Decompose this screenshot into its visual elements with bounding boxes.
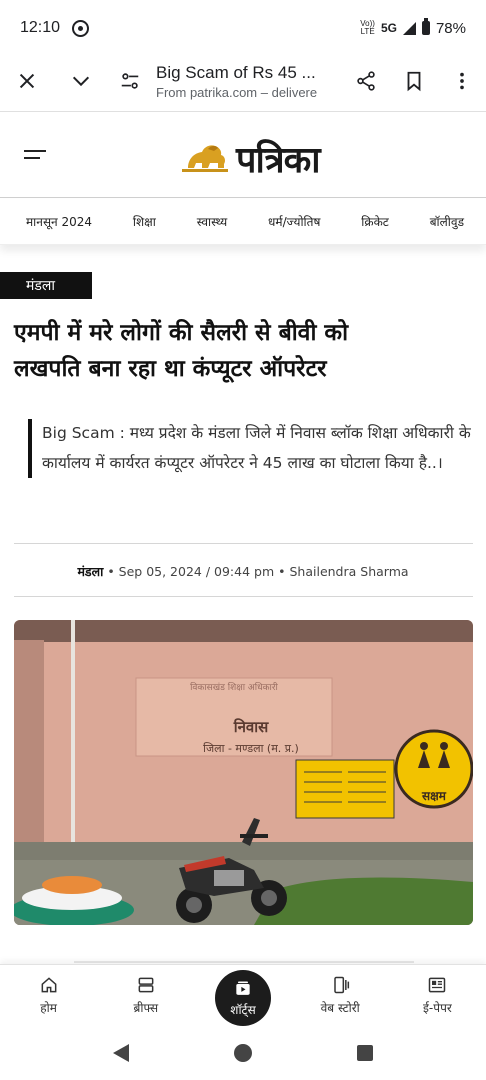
article-summary: Big Scam : मध्य प्रदेश के मंडला जिले में… [28,419,476,478]
content-separator [74,961,414,963]
page-origin: From patrika.com – delivere [156,84,318,100]
custom-tab-toolbar: Big Scam of Rs 45 ... From patrika.com –… [0,56,486,106]
nav-item-bollywood[interactable]: बॉलीवुड [430,213,464,230]
epaper-icon [429,977,446,993]
nav-item-cricket[interactable]: क्रिकेट [361,213,389,230]
meta-author: Shailendra Sharma [289,564,409,579]
tab-web-story[interactable]: वेब स्टोरी [292,965,389,1026]
home-button-icon[interactable] [233,1044,252,1062]
recents-icon[interactable] [357,1045,374,1061]
category-nav: मानसून 2024 शिक्षा स्वास्थ्य धर्म/ज्योति… [0,199,486,245]
system-nav-bar [0,1026,486,1080]
tab-home[interactable]: होम [0,965,97,1026]
article-image[interactable]: विकासखंड शिक्षा अधिकारी निवास जिला - मण्… [14,620,473,925]
status-time: 12:10 [20,19,61,36]
meta-location: मंडला [77,564,104,579]
web-story-icon [334,976,350,994]
meta-date: Sep 05, 2024 / 09:44 pm [118,564,275,579]
svg-text:विकासखंड शिक्षा अधिकारी: विकासखंड शिक्षा अधिकारी [190,681,278,693]
divider [14,543,473,544]
more-vert-icon[interactable] [438,56,486,106]
nav-item-education[interactable]: शिक्षा [133,213,156,230]
battery-percent: 78% [435,19,466,37]
site-header: पत्रिका [0,112,486,198]
chevron-down-icon[interactable] [54,56,108,106]
bookmark-icon[interactable] [390,56,438,106]
back-icon[interactable] [112,1044,129,1062]
article-headline: एमपी में मरे लोगों की सैलरी से बीवी को ल… [14,320,349,382]
tab-briefs[interactable]: ब्रीफ्स [97,965,194,1026]
page-title: Big Scam of Rs 45 ... [156,62,316,82]
briefs-icon [138,977,154,993]
category-label[interactable]: मंडला [0,272,92,299]
page-title-area[interactable]: Big Scam of Rs 45 ... From patrika.com –… [152,63,342,100]
article-meta: मंडला • Sep 05, 2024 / 09:44 pm • Shaile… [77,564,409,579]
battery-icon [421,18,430,35]
svg-text:निवास: निवास [233,718,269,736]
page-settings-icon[interactable] [108,56,152,106]
bottom-tab-bar: होम ब्रीफ्स शॉर्ट्स वेब स्टोरी ई-पेपर [0,964,486,1026]
nav-item-monsoon[interactable]: मानसून 2024 [26,213,92,230]
tab-epaper[interactable]: ई-पेपर [389,965,486,1026]
svg-text:सक्षम: सक्षम [421,789,447,803]
close-icon[interactable] [0,56,54,106]
network-type: 5G [380,21,397,35]
status-bar: 12:10 Vo)) LTE 5G 78% [0,0,486,56]
lion-logo-icon [178,139,232,179]
whatsapp-icon [72,19,90,37]
status-indicators: Vo)) LTE 5G 78% [360,18,466,37]
hamburger-menu-icon[interactable] [24,150,48,164]
share-icon[interactable] [342,56,390,106]
shorts-icon [236,981,250,995]
signal-icon [402,21,416,35]
tab-shorts[interactable]: शॉर्ट्स [194,965,291,1026]
divider [14,596,473,597]
logo-text: पत्रिका [236,139,321,181]
volte-indicator: Vo)) LTE [360,19,375,36]
nav-item-religion[interactable]: धर्म/ज्योतिष [268,213,320,230]
home-icon [41,977,57,993]
nav-item-health[interactable]: स्वास्थ्य [197,213,227,230]
svg-text:जिला - मण्डला (म. प्र.): जिला - मण्डला (म. प्र.) [203,742,299,755]
site-logo[interactable]: पत्रिका [178,134,321,183]
